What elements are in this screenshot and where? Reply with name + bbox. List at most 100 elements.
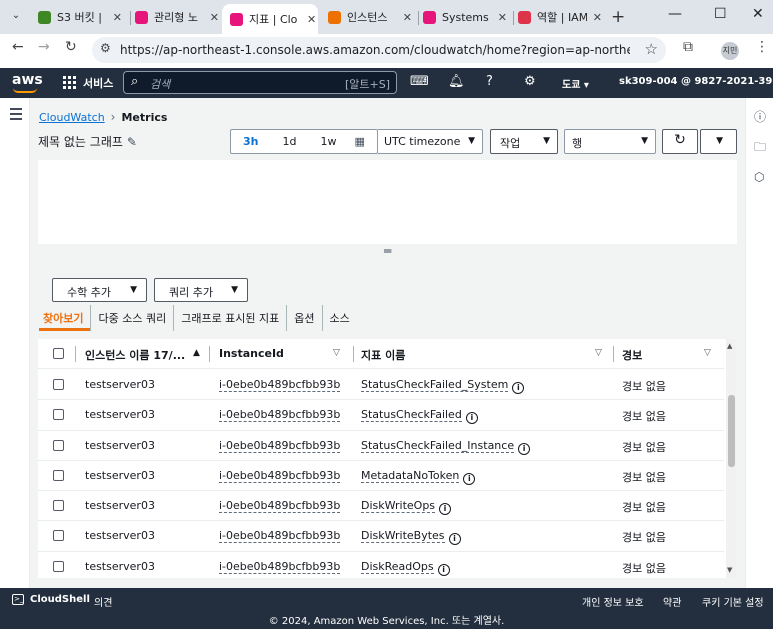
rows-select[interactable]: 행 ▼ [564, 129, 656, 154]
select-all-checkbox[interactable] [53, 348, 64, 359]
sort-icon[interactable]: ▽ [595, 348, 602, 358]
info-icon[interactable]: i [448, 533, 461, 546]
column-header-instance-name[interactable]: 인스턴스 이름 17/... [85, 347, 185, 363]
actions-dropdown[interactable]: 작업 ▼ [490, 129, 558, 154]
timezone-select[interactable]: UTC timezone ▼ [378, 129, 483, 154]
browser-tab-4[interactable]: Systems M ✕ [423, 5, 507, 29]
info-panel-icon[interactable]: ⓘ [754, 108, 766, 125]
sort-icon[interactable]: ▽ [333, 348, 340, 358]
cloudshell-link[interactable]: CloudShell [30, 594, 90, 605]
instance-id-cell[interactable]: i-0ebe0b489bcfbb93b [219, 469, 341, 483]
info-icon[interactable]: i [465, 412, 478, 425]
region-selector[interactable]: 도쿄 ▾ [562, 76, 589, 91]
column-header-instance-id[interactable]: InstanceId [219, 347, 284, 360]
row-checkbox[interactable] [53, 379, 64, 390]
close-tab-icon[interactable]: ✕ [403, 11, 412, 24]
instance-id-cell[interactable]: i-0ebe0b489bcfbb93b [219, 499, 341, 514]
range-3h-button[interactable]: 3h [231, 135, 271, 148]
close-tab-icon[interactable]: ✕ [498, 11, 507, 24]
metric-name-text[interactable]: StatusCheckFailed_Instance [361, 438, 515, 453]
refresh-button[interactable]: ↻ [662, 129, 698, 154]
metric-name-text[interactable]: MetadataNoToken [361, 468, 460, 483]
profile-avatar[interactable]: 지민 [721, 42, 739, 60]
browser-tab-2[interactable]: 지표 | Clo ✕ [222, 4, 318, 34]
table-row[interactable]: testserver03 i-0ebe0b489bcfbb93b MetadataN… [38, 461, 724, 492]
cloudshell-footer-icon[interactable]: >_ [12, 594, 24, 605]
cookie-preferences-link[interactable]: 쿠키 기본 설정 [702, 594, 764, 609]
add-math-button[interactable]: 수학 추가 ▼ [52, 278, 147, 302]
hamburger-menu-icon[interactable] [10, 108, 22, 123]
instance-id-cell[interactable]: i-0ebe0b489bcfbb93b [219, 378, 341, 392]
info-icon[interactable]: i [437, 563, 450, 576]
row-checkbox[interactable] [53, 439, 64, 451]
info-icon[interactable]: i [439, 503, 452, 516]
back-icon[interactable]: ← [12, 39, 24, 55]
table-scrollbar[interactable]: ▲ ▼ [726, 339, 736, 578]
aws-logo[interactable]: aws [12, 72, 43, 88]
close-tab-icon[interactable]: ✕ [210, 11, 219, 24]
info-icon[interactable]: i [463, 472, 476, 485]
services-grid-icon[interactable] [63, 76, 76, 89]
browser-tab-5[interactable]: 역할 | IAM ✕ [518, 5, 602, 29]
terms-link[interactable]: 약관 [663, 594, 681, 609]
metric-name-text[interactable]: DiskWriteBytes [361, 529, 445, 544]
close-window-icon[interactable]: ✕ [752, 6, 764, 22]
calendar-icon[interactable]: ▦ [354, 135, 364, 148]
account-menu[interactable]: sk309-004 @ 9827-2021-3969 ▾ [619, 76, 773, 87]
notifications-bell-icon[interactable]: 🔔︎ [448, 74, 465, 89]
browser-tab-3[interactable]: 인스턴스 ✕ [328, 5, 412, 29]
browser-tab-0[interactable]: S3 버킷 | ✕ [38, 5, 122, 29]
breadcrumb-cloudwatch-link[interactable]: CloudWatch [39, 111, 105, 124]
column-header-alarms[interactable]: 경보 [622, 347, 642, 363]
scrollbar-thumb[interactable] [728, 395, 735, 467]
instance-id-cell[interactable]: i-0ebe0b489bcfbb93b [219, 529, 341, 544]
metric-name-text[interactable]: StatusCheckFailed [361, 408, 462, 423]
column-header-metric-name[interactable]: 지표 이름 [361, 347, 405, 363]
close-tab-icon[interactable]: ✕ [307, 13, 316, 26]
extensions-icon[interactable]: ⧉ [683, 39, 693, 55]
edit-pencil-icon[interactable]: ✎ [127, 135, 137, 149]
tab-multi-source-query[interactable]: 다중 소스 쿼리 [90, 305, 173, 331]
bookmark-star-icon[interactable]: ☆ [645, 40, 658, 58]
row-checkbox[interactable] [53, 500, 64, 512]
folder-icon[interactable]: 🗀︎ [754, 138, 766, 159]
refresh-options-dropdown[interactable]: ▼ [700, 129, 737, 154]
row-checkbox[interactable] [53, 409, 64, 421]
scroll-down-icon[interactable]: ▼ [727, 566, 732, 574]
resize-handle-icon[interactable]: ═ [384, 244, 391, 258]
range-1w-button[interactable]: 1w [308, 135, 348, 148]
close-tab-icon[interactable]: ✕ [593, 11, 602, 24]
tab-graphed-metrics[interactable]: 그래프로 표시된 지표 [173, 305, 286, 331]
scroll-up-icon[interactable]: ▲ [727, 342, 732, 350]
table-row[interactable]: testserver03 i-0ebe0b489bcfbb93b StatusChe… [38, 431, 724, 461]
maximize-icon[interactable]: ☐ [714, 6, 727, 22]
metric-name-text[interactable]: DiskReadOps [361, 559, 434, 574]
row-checkbox[interactable] [53, 560, 64, 572]
table-row[interactable]: testserver03 i-0ebe0b489bcfbb93b DiskWrite… [38, 521, 724, 552]
table-row[interactable]: testserver03 i-0ebe0b489bcfbb93b StatusChe… [38, 370, 724, 401]
range-1d-button[interactable]: 1d [271, 135, 309, 148]
info-icon[interactable]: i [518, 442, 531, 455]
feedback-hex-icon[interactable]: ⬡ [754, 170, 764, 184]
help-icon[interactable]: ? [486, 74, 493, 89]
row-checkbox[interactable] [53, 469, 64, 481]
instance-id-cell[interactable]: i-0ebe0b489bcfbb93b [219, 439, 341, 453]
tab-source[interactable]: 소스 [321, 305, 357, 331]
address-bar[interactable]: ⚙ https://ap-northeast-1.console.aws.ama… [92, 37, 666, 63]
tab-search-icon[interactable]: ⌄ [6, 6, 26, 26]
sort-ascending-icon[interactable]: ▲ [193, 348, 200, 358]
metric-name-text[interactable]: DiskWriteOps [361, 499, 436, 514]
tab-browse[interactable]: 찾아보기 [39, 305, 91, 331]
reload-icon[interactable]: ↻ [65, 39, 77, 55]
info-icon[interactable]: i [512, 382, 525, 394]
instance-id-cell[interactable]: i-0ebe0b489bcfbb93b [219, 560, 341, 574]
forward-icon[interactable]: → [38, 39, 50, 55]
close-tab-icon[interactable]: ✕ [113, 11, 122, 24]
table-row[interactable]: testserver03 i-0ebe0b489bcfbb93b StatusChe… [38, 400, 724, 431]
console-search-input[interactable]: ⌕ 검색 [알트+S] [123, 71, 397, 94]
tab-options[interactable]: 옵션 [286, 305, 321, 331]
row-checkbox[interactable] [53, 530, 64, 542]
cloudshell-icon[interactable]: ⌨ [410, 74, 429, 89]
new-tab-button[interactable]: + [611, 7, 625, 27]
table-row[interactable]: testserver03 i-0ebe0b489bcfbb93b DiskReadO… [38, 552, 724, 578]
